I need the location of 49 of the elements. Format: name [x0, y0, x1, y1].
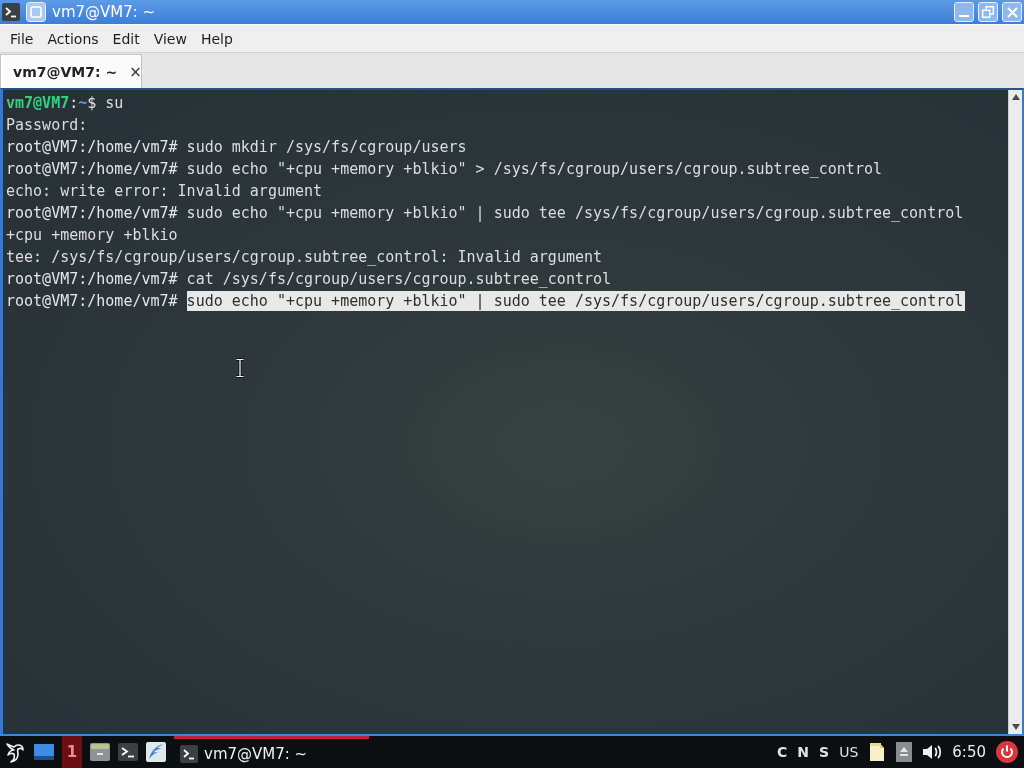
terminal-icon[interactable]	[2, 3, 20, 21]
command-text: sudo mkdir /sys/fs/cgroup/users	[186, 138, 467, 156]
shell-prompt: vm7@VM7:~$	[6, 94, 97, 112]
output-text: echo: write error: Invalid argument	[6, 182, 323, 200]
keyboard-layout[interactable]: US	[839, 744, 859, 760]
command-text: su	[105, 94, 124, 112]
workspace-button[interactable]: 1	[62, 736, 82, 768]
command-text: sudo echo "+cpu +memory +blkio" | sudo tee /sys/fs/cgroup/users/cgroup.subtree_control	[186, 204, 964, 222]
scrollbar[interactable]	[1008, 90, 1022, 734]
power-icon[interactable]	[996, 741, 1018, 763]
speaker-icon[interactable]	[922, 743, 943, 761]
down-arrow-icon[interactable]	[1011, 724, 1020, 730]
menu-item[interactable]: Edit	[105, 27, 147, 50]
menu-item[interactable]: Help	[193, 27, 240, 50]
menu-item[interactable]: Actions	[40, 27, 106, 50]
minimize-icon	[959, 15, 969, 17]
clock: 6:50	[952, 743, 986, 761]
command-text: cat /sys/fs/cgroup/users/cgroup.subtree_control	[186, 270, 612, 288]
lock-key-indicator: C	[777, 744, 788, 760]
shell-prompt: root@VM7:/home/vm7#	[6, 138, 178, 156]
output-text: +cpu +memory +blkio	[6, 226, 178, 244]
terminal-icon	[180, 744, 198, 763]
close-icon	[1006, 6, 1018, 18]
shell-prompt: root@VM7:/home/vm7#	[6, 204, 178, 222]
bird-icon[interactable]	[4, 740, 26, 764]
terminal-tab[interactable]: vm7@VM7: ~ ×	[0, 54, 142, 88]
taskbar-window-button[interactable]: vm7@VM7: ~	[174, 736, 369, 768]
menu-item[interactable]: View	[146, 27, 194, 50]
eject-icon[interactable]	[896, 742, 913, 762]
selected-command-text: sudo echo "+cpu +memory +blkio" | sudo tee /sys/fs/cgroup/users/cgroup.subtree_control	[186, 291, 966, 311]
menu-item[interactable]: File	[3, 27, 41, 50]
lock-key-indicator: S	[819, 744, 830, 760]
shell-prompt: root@VM7:/home/vm7#	[6, 292, 178, 310]
notepad-icon[interactable]	[868, 742, 887, 762]
output-text: Password:	[6, 116, 88, 134]
up-arrow-icon[interactable]	[1011, 94, 1020, 100]
shell-prompt: root@VM7:/home/vm7#	[6, 270, 178, 288]
text-cursor-icon	[235, 358, 245, 378]
desktop-icon[interactable]	[34, 743, 54, 761]
command-text: sudo echo "+cpu +memory +blkio" > /sys/fs/cgroup/users/cgroup.subtree_control	[186, 160, 882, 178]
lock-key-indicator: N	[797, 744, 810, 760]
output-text: tee: /sys/fs/cgroup/users/cgroup.subtree_control: Invalid argument	[6, 248, 603, 266]
feather-icon[interactable]	[146, 742, 166, 762]
restore-icon	[982, 6, 994, 18]
drawer-icon[interactable]	[90, 743, 110, 761]
shell-prompt: root@VM7:/home/vm7#	[6, 160, 178, 178]
terminal-icon[interactable]	[118, 743, 138, 761]
tab-close-button[interactable]: ×	[127, 62, 144, 81]
window-title: vm7@VM7: ~	[52, 3, 156, 21]
